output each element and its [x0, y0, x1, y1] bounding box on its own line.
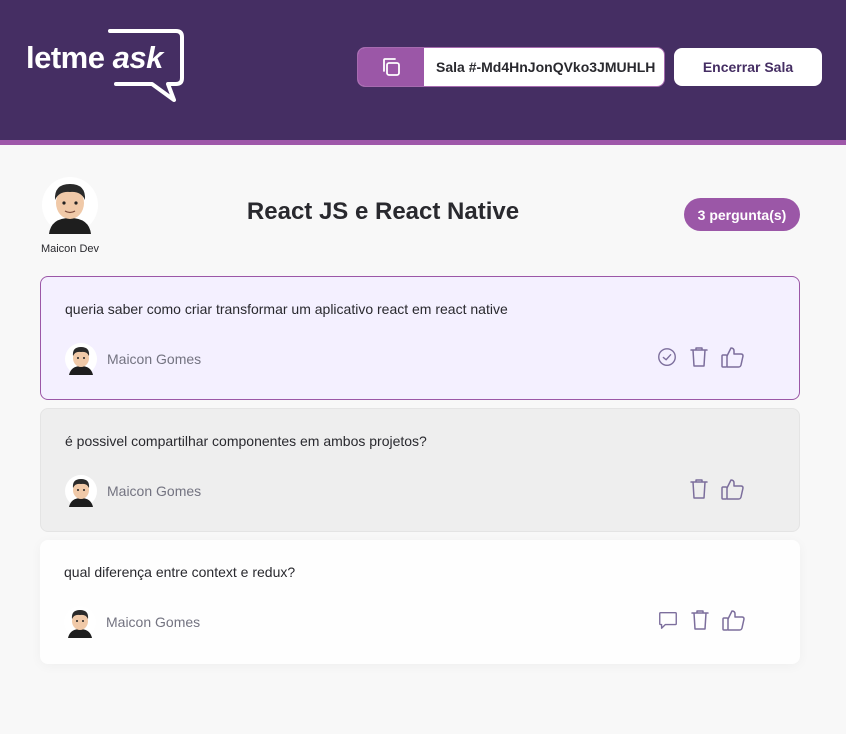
trash-icon [691, 610, 709, 630]
question-actions [647, 345, 747, 369]
author-name: Maicon Gomes [107, 483, 202, 499]
question-count-badge: 3 pergunta(s) [684, 198, 800, 231]
thumbs-up-icon [722, 610, 745, 631]
owner-avatar [42, 177, 98, 234]
thumbs-up-icon [721, 479, 744, 500]
trash-icon [690, 479, 708, 499]
copy-icon [383, 58, 400, 76]
logo-text-accent: ask [112, 40, 164, 75]
mark-answered-button[interactable] [655, 345, 679, 369]
question-actions [648, 608, 748, 632]
question-author: Maicon Gomes [65, 343, 201, 375]
app-header: letme ask Sala #-Md4HnJonQVko3JMUHLH Enc… [0, 0, 846, 145]
room-code-text: Sala #-Md4HnJonQVko3JMUHLH [436, 59, 656, 75]
author-avatar [65, 475, 97, 507]
author-name: Maicon Gomes [107, 351, 202, 367]
letmeask-logo[interactable]: letme ask [24, 28, 186, 104]
like-button[interactable] [719, 477, 747, 501]
question-content: qual diferença entre context e redux? [64, 564, 296, 580]
logo-text-main: letme [26, 40, 105, 75]
logo-text: letme ask [26, 40, 163, 76]
question-author: Maicon Gomes [64, 606, 200, 638]
question-content: é possivel compartilhar componentes em a… [65, 433, 427, 449]
answer-question-button[interactable] [656, 608, 680, 632]
question-author: Maicon Gomes [65, 475, 201, 507]
trash-icon [690, 347, 708, 367]
owner-name: Maicon Dev [40, 243, 100, 255]
like-button[interactable] [720, 608, 748, 632]
delete-question-button[interactable] [688, 608, 712, 632]
author-avatar [65, 343, 97, 375]
check-circle-icon [658, 348, 676, 366]
delete-question-button[interactable] [687, 477, 711, 501]
author-name: Maicon Gomes [106, 614, 201, 630]
answer-bubble-icon [659, 611, 677, 629]
question-content: queria saber como criar transformar um a… [65, 301, 508, 317]
question-card: queria saber como criar transformar um a… [40, 276, 800, 400]
thumbs-up-icon [721, 347, 744, 368]
room-title: React JS e React Native [246, 198, 520, 225]
author-avatar [64, 606, 96, 638]
question-actions [679, 477, 747, 501]
delete-question-button[interactable] [687, 345, 711, 369]
room-code-copy-button[interactable]: Sala #-Md4HnJonQVko3JMUHLH [357, 47, 665, 87]
end-room-button[interactable]: Encerrar Sala [674, 48, 822, 86]
room-owner: Maicon Dev [36, 176, 104, 255]
like-button[interactable] [719, 345, 747, 369]
question-card: é possivel compartilhar componentes em a… [40, 408, 800, 532]
question-card: qual diferença entre context e redux? Ma… [40, 540, 800, 664]
copy-box[interactable] [358, 48, 424, 86]
